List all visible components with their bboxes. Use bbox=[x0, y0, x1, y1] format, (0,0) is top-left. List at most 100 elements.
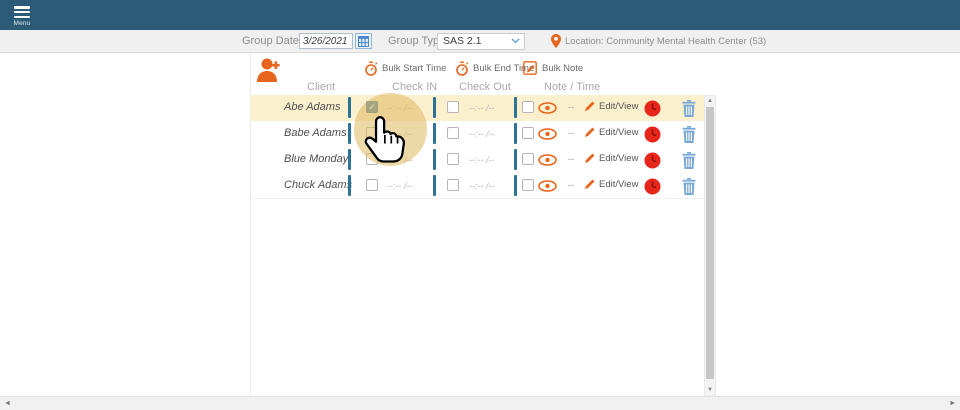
column-divider bbox=[433, 97, 436, 118]
view-note-eye-icon[interactable] bbox=[538, 180, 557, 192]
group-date-label: Group Date: bbox=[242, 30, 302, 53]
delete-trash-icon[interactable] bbox=[682, 178, 696, 195]
location-text: Location: Community Mental Health Center… bbox=[565, 30, 766, 53]
check-in-time: --:-- /-- bbox=[387, 129, 412, 139]
column-divider bbox=[348, 123, 351, 144]
note-checkbox[interactable] bbox=[522, 127, 534, 139]
menu-button[interactable]: Menu bbox=[4, 1, 40, 29]
bulk-start-time-label: Bulk Start Time bbox=[382, 63, 446, 74]
scroll-right-arrow[interactable]: ► bbox=[949, 399, 956, 409]
edit-view-label: Edit/View bbox=[599, 127, 638, 138]
table-row: Abe Adams ✓ --:-- /-- --:-- /-- -- Edit/… bbox=[251, 95, 704, 121]
client-rows: Abe Adams ✓ --:-- /-- --:-- /-- -- Edit/… bbox=[251, 95, 704, 199]
pencil-icon bbox=[584, 126, 596, 138]
bulk-note-label: Bulk Note bbox=[542, 63, 583, 74]
group-date-input[interactable] bbox=[299, 33, 353, 49]
group-type-value: SAS 2.1 bbox=[443, 34, 482, 49]
calendar-button[interactable] bbox=[355, 33, 372, 49]
attendance-panel: Bulk Start Time Bulk End Time Bulk Note … bbox=[250, 53, 716, 396]
delete-trash-icon[interactable] bbox=[682, 126, 696, 143]
pencil-icon bbox=[584, 152, 596, 164]
check-in-checkbox[interactable] bbox=[366, 179, 378, 191]
edit-view-button[interactable]: Edit/View bbox=[584, 178, 638, 190]
group-toolbar: Group Date: Group Type: SAS 2.1 Location… bbox=[0, 30, 960, 53]
location-pin-icon bbox=[551, 34, 561, 48]
scroll-down-arrow[interactable]: ▼ bbox=[705, 385, 715, 395]
view-note-eye-icon[interactable] bbox=[538, 154, 557, 166]
column-divider bbox=[514, 175, 517, 196]
view-note-eye-icon[interactable] bbox=[538, 102, 557, 114]
check-out-time: --:-- /-- bbox=[469, 155, 494, 165]
note-time-placeholder: -- bbox=[568, 128, 574, 139]
vertical-scrollbar-thumb[interactable] bbox=[706, 107, 714, 379]
column-divider bbox=[433, 175, 436, 196]
time-alert-clock-icon[interactable] bbox=[644, 178, 661, 195]
bulk-note-button[interactable]: Bulk Note bbox=[523, 60, 583, 76]
check-out-checkbox[interactable] bbox=[447, 127, 459, 139]
calendar-icon bbox=[358, 36, 369, 47]
column-header-note-time: Note / Time bbox=[544, 81, 600, 93]
edit-view-button[interactable]: Edit/View bbox=[584, 100, 638, 112]
time-alert-clock-icon[interactable] bbox=[644, 126, 661, 143]
edit-view-button[interactable]: Edit/View bbox=[584, 152, 638, 164]
note-time-placeholder: -- bbox=[568, 154, 574, 165]
pencil-icon bbox=[584, 178, 596, 190]
hamburger-icon bbox=[14, 6, 30, 19]
scroll-up-arrow[interactable]: ▲ bbox=[705, 96, 715, 106]
column-divider bbox=[348, 149, 351, 170]
column-header-client: Client bbox=[307, 81, 335, 93]
check-in-time: --:-- /-- bbox=[387, 155, 412, 165]
edit-view-label: Edit/View bbox=[599, 153, 638, 164]
check-out-time: --:-- /-- bbox=[469, 103, 494, 113]
note-checkbox[interactable] bbox=[522, 101, 534, 113]
check-out-checkbox[interactable] bbox=[447, 153, 459, 165]
check-in-checkbox[interactable]: ✓ bbox=[366, 101, 378, 113]
check-in-time: --:-- /-- bbox=[387, 181, 412, 191]
column-divider bbox=[514, 97, 517, 118]
chevron-down-icon bbox=[511, 36, 520, 45]
table-row: Chuck Adams --:-- /-- --:-- /-- -- Edit/… bbox=[251, 173, 704, 199]
column-divider bbox=[514, 123, 517, 144]
edit-view-button[interactable]: Edit/View bbox=[584, 126, 638, 138]
edit-view-label: Edit/View bbox=[599, 101, 638, 112]
scroll-left-arrow[interactable]: ◄ bbox=[4, 399, 11, 409]
client-name: Babe Adams bbox=[284, 127, 347, 139]
menu-button-label: Menu bbox=[4, 20, 40, 27]
time-alert-clock-icon[interactable] bbox=[644, 152, 661, 169]
stopwatch-icon bbox=[364, 61, 378, 76]
horizontal-scrollbar[interactable]: ◄ ► bbox=[0, 396, 960, 410]
pencil-icon bbox=[584, 100, 596, 112]
note-time-placeholder: -- bbox=[568, 180, 574, 191]
check-out-checkbox[interactable] bbox=[447, 101, 459, 113]
top-navigation-bar: Menu bbox=[0, 0, 960, 30]
table-row: Babe Adams --:-- /-- --:-- /-- -- Edit/V… bbox=[251, 121, 704, 147]
client-name: Chuck Adams bbox=[284, 179, 352, 191]
check-in-checkbox[interactable] bbox=[366, 153, 378, 165]
add-client-button[interactable] bbox=[255, 56, 285, 83]
vertical-scrollbar[interactable]: ▲ ▼ bbox=[704, 95, 716, 396]
note-time-placeholder: -- bbox=[568, 102, 574, 113]
note-checkbox[interactable] bbox=[522, 179, 534, 191]
edit-view-label: Edit/View bbox=[599, 179, 638, 190]
time-alert-clock-icon[interactable] bbox=[644, 100, 661, 117]
check-out-time: --:-- /-- bbox=[469, 181, 494, 191]
check-out-checkbox[interactable] bbox=[447, 179, 459, 191]
column-header-check-in: Check IN bbox=[392, 81, 437, 93]
column-divider bbox=[433, 149, 436, 170]
delete-trash-icon[interactable] bbox=[682, 152, 696, 169]
column-header-check-out: Check Out bbox=[459, 81, 511, 93]
column-divider bbox=[348, 175, 351, 196]
view-note-eye-icon[interactable] bbox=[538, 128, 557, 140]
note-checkbox[interactable] bbox=[522, 153, 534, 165]
delete-trash-icon[interactable] bbox=[682, 100, 696, 117]
add-person-icon bbox=[255, 56, 285, 83]
column-divider bbox=[514, 149, 517, 170]
bulk-start-time-button[interactable]: Bulk Start Time bbox=[364, 60, 446, 76]
client-name: Abe Adams bbox=[284, 101, 340, 113]
check-in-checkbox[interactable] bbox=[366, 127, 378, 139]
group-type-select[interactable]: SAS 2.1 bbox=[437, 33, 525, 50]
client-name: Blue Monday bbox=[284, 153, 348, 165]
table-row: Blue Monday --:-- /-- --:-- /-- -- Edit/… bbox=[251, 147, 704, 173]
note-edit-icon bbox=[523, 61, 538, 75]
check-in-time: --:-- /-- bbox=[387, 103, 412, 113]
